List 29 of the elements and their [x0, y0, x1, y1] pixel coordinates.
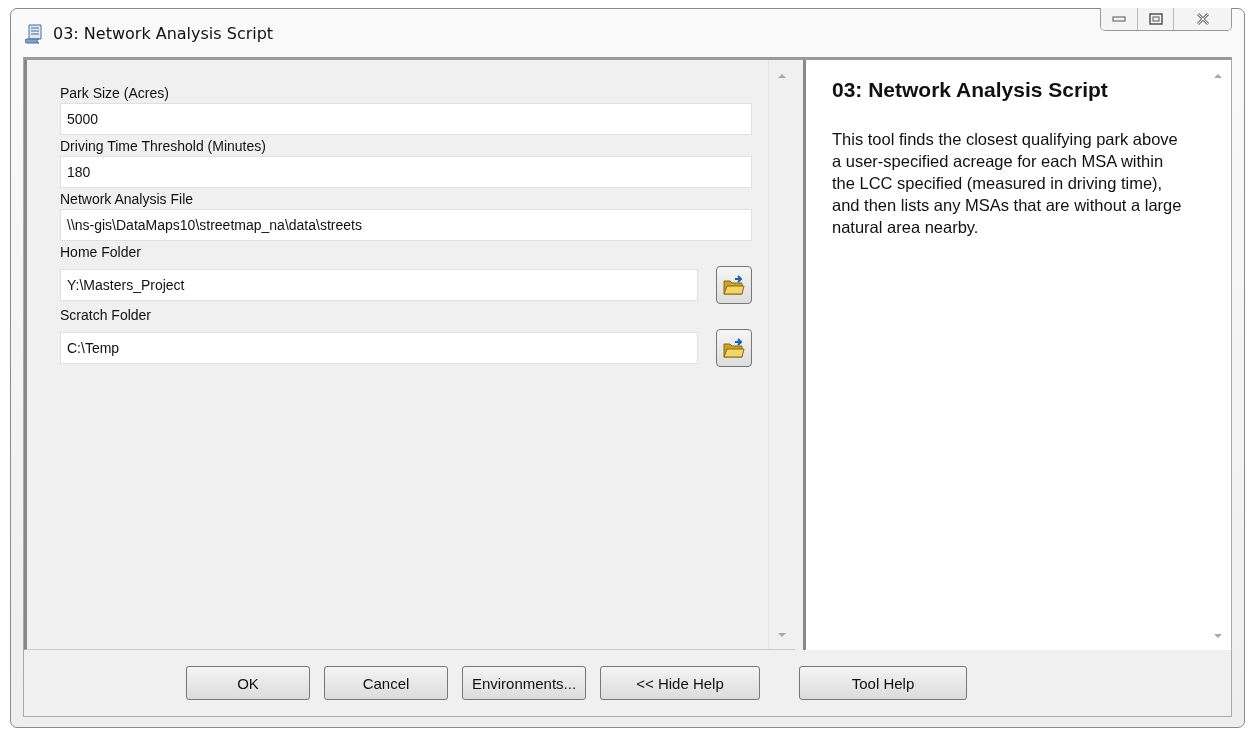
maximize-button[interactable]: [1137, 8, 1173, 30]
dialog-button[interactable]: OK: [186, 666, 310, 700]
dialog-button[interactable]: Tool Help: [799, 666, 967, 700]
input-field[interactable]: 180: [60, 156, 752, 188]
dialog-button[interactable]: Environments...: [462, 666, 586, 700]
input-field[interactable]: C:\Temp: [60, 332, 698, 364]
folder-icon: [722, 274, 746, 296]
window-title: 03: Network Analysis Script: [53, 23, 274, 43]
input-field[interactable]: \\ns-gis\DataMaps10\streetmap_na\data\streets: [60, 209, 752, 241]
field-label: Home Folder: [60, 244, 142, 260]
input-field[interactable]: 5000: [60, 103, 752, 135]
field-label: Park Size (Acres): [60, 85, 170, 101]
scroll-icon: [25, 22, 45, 44]
maximize-icon: [1148, 13, 1163, 25]
minimize-icon: [1112, 15, 1126, 23]
help-text: This tool finds the closest qualifying park above a user-specified acreage for each MSA within the LCC specified (measured in driving time), and then lists any MSAs that are without a large natural area nearby.: [832, 129, 1183, 238]
input-field[interactable]: Y:\Masters_Project: [60, 269, 698, 301]
help-title: 03: Network Analysis Script: [832, 78, 1109, 102]
minimize-button[interactable]: [1101, 8, 1137, 30]
browse-button[interactable]: [716, 329, 752, 367]
close-icon: [1194, 12, 1211, 26]
field-label: Scratch Folder: [60, 307, 153, 323]
dialog-button[interactable]: << Hide Help: [600, 666, 760, 700]
field-label: Network Analysis File: [60, 191, 195, 207]
field-label: Driving Time Threshold (Minutes): [60, 138, 267, 154]
browse-button[interactable]: [716, 266, 752, 304]
close-button[interactable]: [1173, 8, 1231, 30]
folder-icon: [722, 337, 746, 359]
dialog-button[interactable]: Cancel: [324, 666, 448, 700]
